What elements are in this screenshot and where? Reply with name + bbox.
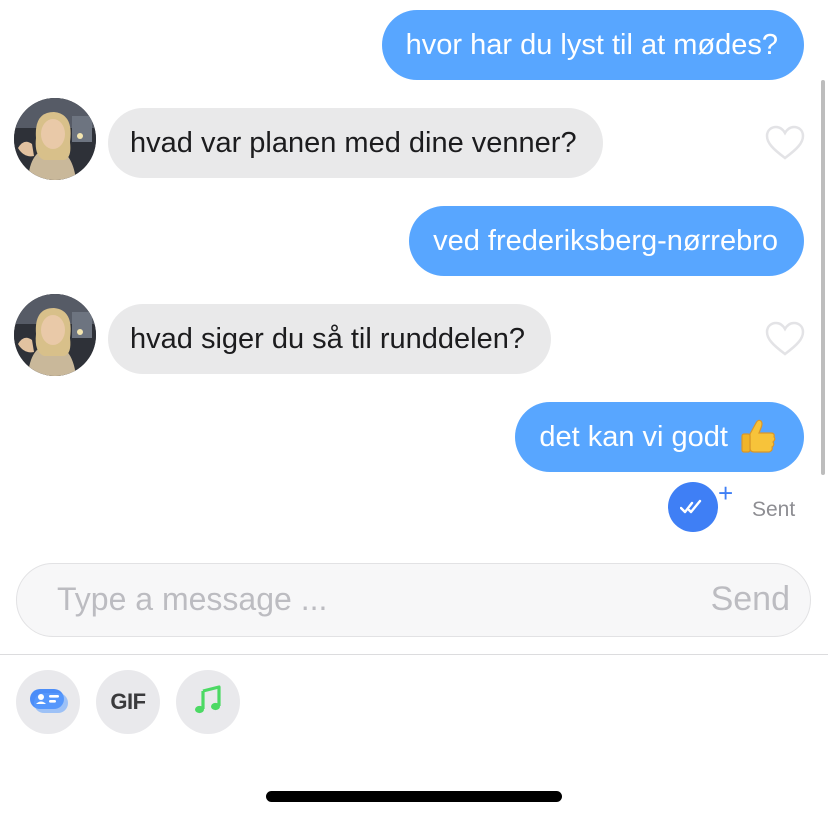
- chat-screen: hvor har du lyst til at mødes? hvad var …: [0, 0, 828, 818]
- message-status: Sent: [752, 498, 796, 521]
- message-bubble-incoming[interactable]: hvad siger du så til runddelen?: [108, 304, 551, 374]
- message-composer: Send: [16, 563, 811, 637]
- message-text: hvad siger du så til runddelen?: [130, 322, 525, 355]
- scroll-indicator[interactable]: [821, 80, 825, 475]
- plus-icon[interactable]: +: [718, 480, 733, 506]
- music-button[interactable]: [176, 670, 240, 734]
- gif-label: GIF: [110, 689, 146, 714]
- contact-avatar[interactable]: [14, 294, 96, 376]
- message-text: hvor har du lyst til at mødes?: [405, 28, 778, 61]
- message-bubble-incoming[interactable]: hvad var planen med dine venner?: [108, 108, 603, 178]
- gif-button[interactable]: GIF: [96, 670, 160, 734]
- message-text: ved frederiksberg-nørrebro: [433, 224, 778, 257]
- send-button[interactable]: Send: [711, 564, 790, 635]
- toolbar-divider: [0, 654, 828, 655]
- heart-icon[interactable]: [765, 125, 805, 161]
- home-indicator[interactable]: [266, 791, 562, 802]
- contact-card-icon: [28, 686, 68, 719]
- contact-avatar[interactable]: [14, 98, 96, 180]
- message-bubble-outgoing[interactable]: det kan vi godt: [515, 402, 804, 472]
- message-bubble-outgoing[interactable]: hvor har du lyst til at mødes?: [381, 10, 804, 80]
- heart-icon[interactable]: [765, 321, 805, 357]
- message-bubble-outgoing[interactable]: ved frederiksberg-nørrebro: [409, 206, 804, 276]
- message-text: hvad var planen med dine venner?: [130, 126, 577, 159]
- thumbs-up-icon: [738, 417, 778, 457]
- message-text: det kan vi godt: [539, 420, 728, 453]
- message-input[interactable]: [57, 564, 657, 635]
- double-check-icon[interactable]: [668, 482, 718, 532]
- music-note-icon: [192, 684, 224, 721]
- contact-card-button[interactable]: [16, 670, 80, 734]
